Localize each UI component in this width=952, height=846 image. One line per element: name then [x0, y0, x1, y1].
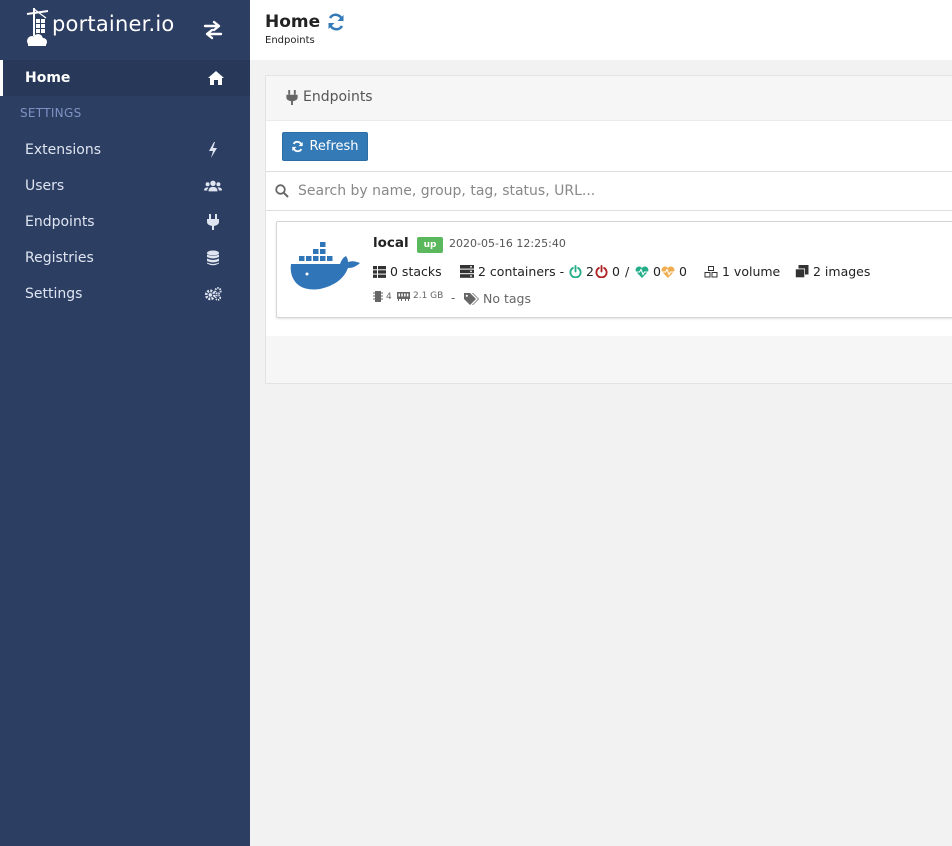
sidebar-item-label: Extensions [25, 142, 102, 158]
sidebar-item-extensions[interactable]: Extensions [0, 132, 250, 168]
brand: portainer.io [0, 0, 250, 60]
running-count: 2 [586, 264, 594, 279]
endpoint-list: local up 2020-05-16 12:25:40 0 stacks 2 … [266, 211, 952, 336]
bolt-icon [204, 141, 222, 159]
breadcrumb: Endpoints [265, 35, 315, 46]
stat-slash: / [624, 264, 630, 279]
images-stat: 2 images [795, 264, 870, 279]
endpoint-card[interactable]: local up 2020-05-16 12:25:40 0 stacks 2 … [276, 221, 952, 318]
microchip-icon [373, 291, 383, 302]
page-title: Home [265, 12, 321, 32]
plug-icon [286, 89, 298, 105]
users-icon [204, 177, 222, 195]
refresh-button[interactable]: Refresh [282, 132, 368, 161]
power-off-icon [595, 265, 608, 278]
portainer-logo-icon [24, 6, 50, 48]
healthy-stat: 0 [635, 264, 661, 279]
sidebar-item-endpoints[interactable]: Endpoints [0, 204, 250, 240]
power-on-icon [569, 265, 582, 278]
stacks-count: 0 stacks [390, 264, 442, 279]
heartbeat-icon [635, 265, 649, 278]
memory-info: 2.1 GB [397, 291, 443, 301]
heartbeat-icon [661, 265, 675, 278]
sidebar: portainer.io Home SETTINGS Extensions Us… [0, 0, 250, 846]
sidebar-item-label: Settings [25, 286, 83, 302]
search-input[interactable] [298, 178, 898, 204]
sidebar-item-label: Registries [25, 250, 94, 266]
cogs-icon [204, 285, 222, 303]
tags-info: No tags [464, 291, 531, 306]
refresh-icon[interactable] [326, 12, 346, 32]
sidebar-item-label: Users [25, 178, 65, 194]
stacks-icon [373, 265, 386, 278]
plug-icon [204, 213, 222, 231]
docker-logo [290, 240, 362, 296]
endpoint-name: local [373, 235, 409, 251]
memory-icon [397, 291, 410, 301]
sidebar-item-registries[interactable]: Registries [0, 240, 250, 276]
running-stat: 2 [569, 264, 594, 279]
search-icon [275, 184, 289, 198]
sidebar-item-label: Home [25, 70, 71, 86]
sidebar-item-label: Endpoints [25, 214, 95, 230]
portainer-logo[interactable]: portainer.io [24, 6, 174, 48]
healthy-count: 0 [653, 264, 661, 279]
sidebar-toggle-icon[interactable] [202, 20, 224, 40]
cpu-info: 4 [373, 291, 392, 302]
database-icon [204, 249, 222, 267]
page-header: Home Endpoints [250, 0, 952, 60]
tags-icon [464, 292, 479, 305]
volumes-stat: 1 volume [704, 264, 780, 279]
stacks-stat: 0 stacks [373, 264, 442, 279]
home-icon [207, 69, 225, 87]
sidebar-item-home[interactable]: Home [0, 60, 250, 96]
cpu-count: 4 [386, 291, 392, 302]
unhealthy-stat: 0 [661, 264, 687, 279]
search-bar [266, 171, 952, 211]
images-count: 2 images [813, 264, 871, 279]
stat-separator: - [559, 264, 565, 279]
sidebar-section-settings: SETTINGS [20, 106, 82, 120]
containers-count: 2 containers [478, 264, 556, 279]
sidebar-item-users[interactable]: Users [0, 168, 250, 204]
server-icon [460, 265, 474, 278]
widget-toolbar: Refresh [266, 121, 952, 171]
containers-stat: 2 containers - [460, 264, 564, 279]
stopped-stat: 0 / [595, 264, 629, 279]
refresh-icon [292, 140, 304, 153]
cubes-icon [704, 265, 718, 277]
brand-name: portainer.io [52, 12, 175, 36]
tags-label: No tags [483, 291, 531, 306]
volumes-count: 1 volume [722, 264, 781, 279]
endpoint-timestamp: 2020-05-16 12:25:40 [449, 237, 566, 250]
widget-header: Endpoints [266, 76, 952, 121]
clone-icon [795, 265, 809, 278]
widget-title: Endpoints [286, 89, 373, 105]
unhealthy-count: 0 [679, 264, 687, 279]
meta-separator: - [451, 291, 456, 305]
widget-title-label: Endpoints [303, 89, 373, 105]
sidebar-item-settings[interactable]: Settings [0, 276, 250, 312]
status-badge: up [417, 237, 443, 253]
stopped-count: 0 [612, 264, 620, 279]
refresh-button-label: Refresh [309, 139, 359, 154]
memory-size: 2.1 GB [413, 291, 444, 301]
endpoints-widget: Endpoints Refresh Search by name, group,… [265, 75, 952, 384]
